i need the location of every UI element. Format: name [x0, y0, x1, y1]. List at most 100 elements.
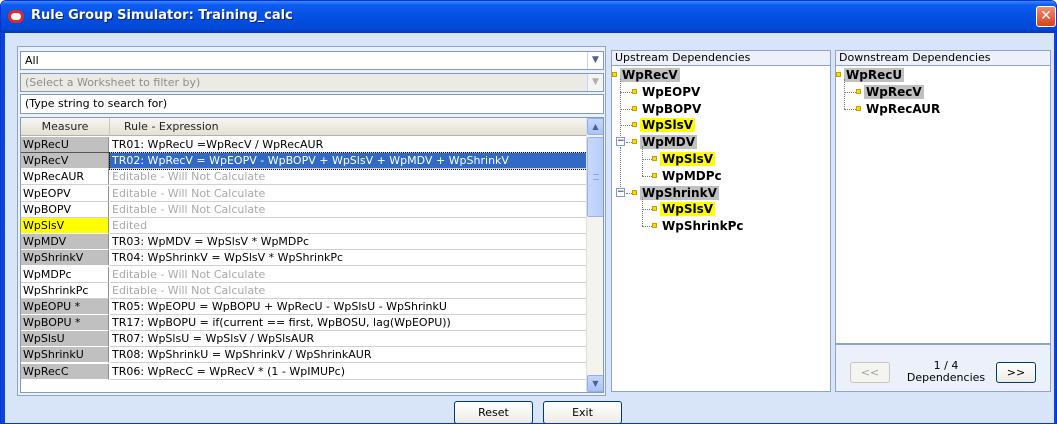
table-row[interactable]: WpRecU TR01: WpRecU =WpRecV / WpRecAUR	[21, 137, 587, 153]
exit-button[interactable]: Exit	[543, 401, 622, 423]
tree-node-label: WpRecV	[864, 84, 924, 99]
tree-leaf-icon	[632, 189, 637, 195]
tree-node[interactable]: WpSlsV	[660, 201, 716, 217]
tree-node-label: WpRecV	[620, 68, 680, 82]
measure-cell[interactable]: WpShrinkV	[21, 250, 109, 267]
tree-connector	[620, 147, 621, 187]
expression-cell[interactable]: Editable - Will Not Calculate	[110, 202, 587, 218]
table-row[interactable]: WpEOPU * TR05: WpEOPU = WpBOPU + WpRecU -…	[21, 298, 587, 315]
tree-node[interactable]: WpSlsV	[660, 151, 716, 167]
measure-cell[interactable]: WpMDPc	[21, 266, 109, 283]
tree-node[interactable]: WpRecAUR	[864, 101, 942, 117]
measure-cell[interactable]: WpMDV	[21, 234, 109, 251]
tree-node[interactable]: WpBOPV	[640, 101, 703, 117]
tree-node[interactable]: WpRecU	[844, 67, 905, 83]
expression-cell[interactable]: TR03: WpMDV = WpSlsV * WpMDPc	[110, 234, 587, 251]
tree-node-label: WpSlsV	[660, 202, 716, 217]
tree-connector	[642, 196, 643, 227]
table-row[interactable]: WpSlsU TR07: WpSlsU = WpSlsV / WpSlsAUR	[21, 331, 587, 348]
expression-cell[interactable]: Editable - Will Not Calculate	[110, 186, 587, 202]
measure-cell[interactable]: WpSlsV	[21, 217, 109, 234]
tree-node-label: WpMDV	[640, 135, 698, 150]
rule-group-filter-select[interactable]: All ▼	[20, 51, 604, 70]
measure-cell[interactable]: WpSlsU	[21, 331, 109, 348]
scrollbar-thumb[interactable]	[587, 137, 603, 217]
tree-node[interactable]: WpRecV	[620, 67, 680, 83]
page-indicator: 1 / 4 Dependencies	[901, 360, 991, 384]
reset-button[interactable]: Reset	[454, 401, 533, 423]
expression-cell[interactable]: TR06: WpRecC = WpRecV * (1 - WpIMUPc)	[110, 364, 587, 380]
table-row[interactable]: WpMDPc Editable - Will Not Calculate	[21, 266, 587, 283]
tree-node-label: WpShrinkPc	[662, 219, 744, 234]
tree-node[interactable]: WpEOPV	[640, 84, 702, 100]
expression-cell[interactable]: Editable - Will Not Calculate	[110, 267, 587, 283]
tree-leaf-icon	[652, 206, 657, 212]
expression-cell[interactable]: TR02: WpRecV = WpEOPV - WpBOPV + WpSlsV …	[109, 152, 588, 171]
tree-node-label: WpSlsV	[640, 118, 696, 133]
table-row[interactable]: WpBOPV Editable - Will Not Calculate	[21, 201, 587, 218]
expression-cell[interactable]: TR07: WpSlsU = WpSlsV / WpSlsAUR	[110, 331, 587, 348]
tree-leaf-icon	[632, 88, 637, 94]
table-row[interactable]: WpBOPU * TR17: WpBOPU = if(current == fir…	[21, 315, 587, 332]
measure-cell[interactable]: WpRecAUR	[21, 169, 109, 186]
table-row[interactable]: WpEOPV Editable - Will Not Calculate	[21, 185, 587, 202]
column-header-expression[interactable]: Rule - Expression	[110, 118, 588, 136]
measure-cell[interactable]: WpRecC	[21, 363, 109, 380]
tree-node-label: WpRecAUR	[866, 101, 941, 116]
chevron-down-icon[interactable]: ▼	[587, 52, 603, 69]
measure-cell[interactable]: WpBOPV	[21, 201, 109, 218]
tree-node[interactable]: WpMDV	[640, 134, 698, 150]
table-row[interactable]: WpMDV TR03: WpMDV = WpSlsV * WpMDPc	[21, 234, 587, 251]
table-row[interactable]: WpRecC TR06: WpRecC = WpRecV * (1 - WpIMU…	[21, 363, 587, 380]
scroll-up-icon[interactable]: ▲	[587, 118, 603, 135]
tree-node[interactable]: WpShrinkPc	[660, 218, 745, 234]
measure-cell[interactable]: WpShrinkU	[21, 347, 109, 364]
worksheet-filter-select: (Select a Worksheet to filter by) ▼	[20, 73, 604, 92]
measure-cell[interactable]: WpShrinkPc	[21, 282, 109, 299]
vertical-scrollbar[interactable]: ▲ ▼	[586, 118, 603, 392]
tree-node-label: WpRecU	[844, 68, 905, 82]
measure-cell[interactable]: WpRecU	[21, 137, 109, 153]
expression-cell[interactable]: TR08: WpShrinkU = WpShrinkV / WpShrinkAU…	[110, 347, 587, 364]
tree-node[interactable]: WpShrinkV	[640, 185, 719, 201]
expression-cell[interactable]: TR17: WpBOPU = if(current == first, WpBO…	[110, 315, 587, 332]
column-header-measure[interactable]: Measure	[21, 118, 110, 136]
table-row[interactable]: WpSlsV Edited	[21, 217, 587, 234]
table-body: WpRecU TR01: WpRecU =WpRecV / WpRecAUR WpR…	[21, 137, 588, 380]
expression-cell[interactable]: Editable - Will Not Calculate	[110, 283, 587, 299]
table-row[interactable]: WpRecAUR Editable - Will Not Calculate	[21, 169, 587, 186]
search-input[interactable]: (Type string to search for)	[20, 94, 604, 114]
measure-cell[interactable]: WpEOPU *	[21, 298, 109, 315]
previous-page-button[interactable]: <<	[850, 362, 890, 383]
expression-cell[interactable]: Editable - Will Not Calculate	[110, 169, 587, 186]
measure-cell[interactable]: WpRecV	[21, 152, 110, 171]
expression-cell[interactable]: TR05: WpEOPU = WpBOPU + WpRecU - WpSlsU …	[110, 299, 587, 315]
expression-cell[interactable]: TR01: WpRecU =WpRecV / WpRecAUR	[110, 137, 587, 153]
expression-cell[interactable]: Edited	[110, 218, 587, 234]
table-row[interactable]: WpRecV TR02: WpRecV = WpEOPV - WpBOPV + W…	[21, 152, 588, 171]
tree-node[interactable]: WpRecV	[864, 84, 924, 100]
next-page-button[interactable]: >>	[996, 362, 1036, 383]
scroll-down-icon[interactable]: ▼	[587, 375, 603, 392]
measure-cell[interactable]: WpBOPU *	[21, 315, 109, 332]
tree-leaf-icon	[652, 172, 657, 178]
tree-node[interactable]: WpSlsV	[640, 117, 696, 133]
search-placeholder: (Type string to search for)	[25, 97, 168, 110]
table-row[interactable]: WpShrinkV TR04: WpShrinkV = WpSlsV * WpSh…	[21, 250, 587, 267]
tree-node-label: WpBOPV	[642, 101, 702, 116]
tree-leaf-icon	[632, 105, 637, 111]
tree-collapse-icon[interactable]: −	[616, 137, 625, 147]
window-title: Rule Group Simulator: Training_calc	[31, 8, 293, 23]
tree-leaf-icon	[856, 105, 861, 111]
table-row[interactable]: WpShrinkPc Editable - Will Not Calculate	[21, 282, 587, 299]
close-button[interactable]: ✕	[1036, 6, 1056, 27]
table-row[interactable]: WpShrinkU TR08: WpShrinkU = WpShrinkV / W…	[21, 347, 587, 364]
tree-leaf-icon	[836, 72, 841, 77]
tree-connector	[642, 146, 643, 176]
tree-leaf-icon	[856, 88, 861, 94]
tree-collapse-icon[interactable]: −	[616, 187, 625, 197]
tree-node[interactable]: WpMDPc	[660, 168, 724, 184]
page-caption: Dependencies	[906, 371, 986, 384]
expression-cell[interactable]: TR04: WpShrinkV = WpSlsV * WpShrinkPc	[110, 250, 587, 267]
measure-cell[interactable]: WpEOPV	[21, 185, 109, 202]
